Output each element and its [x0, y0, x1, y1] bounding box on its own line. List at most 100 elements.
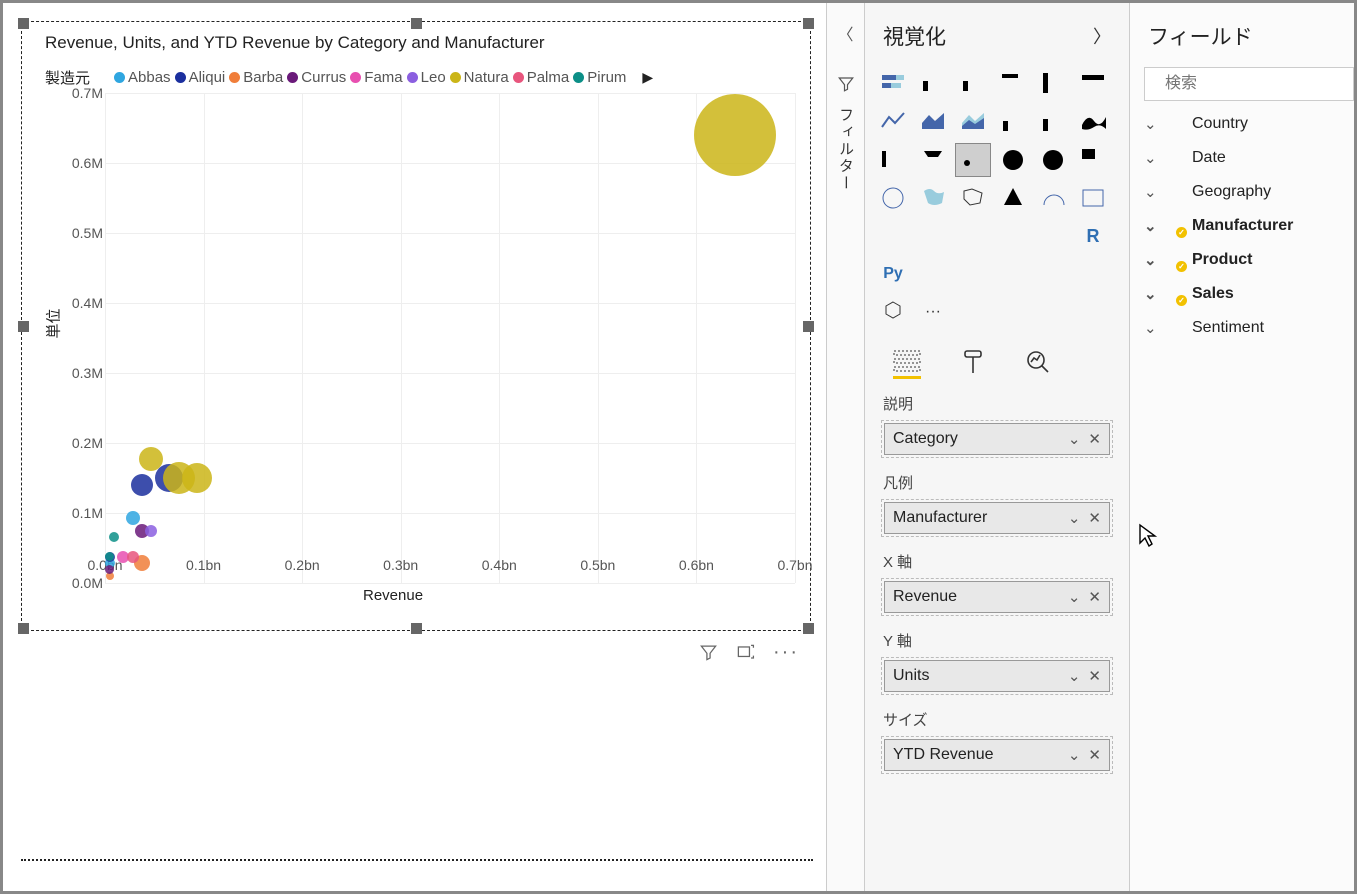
clustered-bar-icon[interactable] [995, 67, 1031, 101]
legend-item[interactable]: Aliqui [175, 69, 226, 86]
data-point[interactable] [131, 474, 153, 496]
table-icon[interactable] [995, 219, 1031, 253]
matrix-icon[interactable] [1035, 219, 1071, 253]
multi-card-icon[interactable] [875, 219, 911, 253]
card-icon[interactable]: 123 [1075, 181, 1111, 215]
data-point[interactable] [694, 94, 776, 176]
search-box[interactable] [1144, 67, 1354, 101]
chevron-left-icon[interactable]: 〈 [837, 21, 853, 45]
100stacked-column-icon[interactable] [1035, 67, 1071, 101]
analytics-tab-icon[interactable] [1025, 349, 1051, 379]
chevron-down-icon[interactable]: ⌄ [1144, 251, 1156, 269]
line-stacked-column-icon[interactable] [1035, 105, 1071, 139]
decomposition-icon[interactable] [955, 257, 991, 291]
field-table-product[interactable]: ⌄✓Product [1130, 243, 1354, 277]
legend-item[interactable]: Pirum [573, 69, 626, 86]
paginated-icon[interactable] [1075, 257, 1111, 291]
legend-item[interactable]: Currus [287, 69, 346, 86]
ribbon-icon[interactable] [1075, 105, 1111, 139]
search-input[interactable] [1163, 74, 1357, 94]
field-table-manufacturer[interactable]: ⌄✓Manufacturer [1130, 209, 1354, 243]
field-table-sales[interactable]: ⌄✓Sales [1130, 277, 1354, 311]
legend-item[interactable]: Palma [513, 69, 570, 86]
remove-icon[interactable]: ✕ [1088, 746, 1101, 764]
column-icon[interactable] [915, 67, 951, 101]
data-point[interactable] [182, 463, 212, 493]
qna-icon[interactable] [995, 257, 1031, 291]
well-detail[interactable]: Category⌄✕ [884, 423, 1110, 455]
resize-handle[interactable] [803, 623, 814, 634]
chevron-down-icon[interactable]: ⌄ [1068, 588, 1081, 606]
narrative-icon[interactable] [1035, 257, 1071, 291]
chevron-down-icon[interactable]: ⌄ [1068, 667, 1081, 685]
get-visuals-icon[interactable] [875, 295, 911, 329]
stacked-area-icon[interactable] [955, 105, 991, 139]
funnel-icon[interactable] [915, 143, 951, 177]
stacked-bar-icon[interactable] [875, 67, 911, 101]
resize-handle[interactable] [18, 321, 29, 332]
well-legend[interactable]: Manufacturer⌄✕ [884, 502, 1110, 534]
well-y-axis[interactable]: Units⌄✕ [884, 660, 1110, 692]
gauge-icon[interactable] [1035, 181, 1071, 215]
report-canvas[interactable]: Revenue, Units, and YTD Revenue by Categ… [3, 3, 826, 891]
chevron-down-icon[interactable]: ⌄ [1144, 285, 1156, 303]
data-point[interactable] [145, 525, 157, 537]
line-icon[interactable] [875, 105, 911, 139]
data-point[interactable] [139, 447, 163, 471]
well-x-axis[interactable]: Revenue⌄✕ [884, 581, 1110, 613]
chevron-right-icon[interactable]: 〉 [1093, 23, 1111, 49]
resize-handle[interactable] [803, 18, 814, 29]
scatter-icon[interactable] [955, 143, 991, 177]
remove-icon[interactable]: ✕ [1088, 509, 1101, 527]
legend-item[interactable]: Abbas [114, 69, 171, 86]
legend-more-icon[interactable]: ▶ [642, 69, 653, 86]
format-tab-icon[interactable] [961, 349, 985, 379]
line-column-icon[interactable] [995, 105, 1031, 139]
data-point[interactable] [126, 511, 140, 525]
remove-icon[interactable]: ✕ [1088, 430, 1101, 448]
data-point[interactable] [109, 532, 119, 542]
area-icon[interactable] [915, 105, 951, 139]
fields-tab-icon[interactable] [893, 349, 921, 379]
pie-icon[interactable] [995, 143, 1031, 177]
data-point[interactable] [127, 551, 139, 563]
donut-icon[interactable] [1035, 143, 1071, 177]
legend-item[interactable]: Natura [450, 69, 509, 86]
filled-map-icon[interactable] [915, 181, 951, 215]
legend-item[interactable]: Barba [229, 69, 283, 86]
shape-map-icon[interactable] [955, 181, 991, 215]
stacked-column-icon[interactable] [955, 67, 991, 101]
treemap-icon[interactable] [1075, 143, 1111, 177]
kpi-icon[interactable] [915, 219, 951, 253]
legend-item[interactable]: Fama [350, 69, 402, 86]
chevron-down-icon[interactable]: ⌄ [1144, 115, 1156, 133]
py-icon[interactable]: Py [875, 257, 911, 291]
waterfall-icon[interactable] [875, 143, 911, 177]
scatter-plot[interactable] [105, 93, 795, 583]
azure-map-icon[interactable] [995, 181, 1031, 215]
field-table-sentiment[interactable]: ⌄Sentiment [1130, 311, 1354, 345]
key-influencers-icon[interactable] [915, 257, 951, 291]
well-size[interactable]: YTD Revenue⌄✕ [884, 739, 1110, 771]
chevron-down-icon[interactable]: ⌄ [1068, 746, 1081, 764]
resize-handle[interactable] [411, 18, 422, 29]
filter-icon[interactable] [699, 643, 718, 662]
filters-pane-collapsed[interactable]: 〈 フィルター [826, 3, 864, 891]
resize-handle[interactable] [18, 18, 29, 29]
chevron-down-icon[interactable]: ⌄ [1068, 430, 1081, 448]
remove-icon[interactable]: ✕ [1088, 588, 1101, 606]
more-icon[interactable]: ··· [915, 295, 951, 329]
more-options-icon[interactable]: ··· [773, 641, 799, 664]
resize-handle[interactable] [411, 623, 422, 634]
focus-mode-icon[interactable] [736, 643, 755, 662]
map-icon[interactable] [875, 181, 911, 215]
r-icon[interactable]: R [1075, 219, 1111, 253]
chevron-down-icon[interactable]: ⌄ [1144, 183, 1156, 201]
100stacked-bar-icon[interactable] [1075, 67, 1111, 101]
chevron-down-icon[interactable]: ⌄ [1068, 509, 1081, 527]
chevron-down-icon[interactable]: ⌄ [1144, 217, 1156, 235]
field-table-geography[interactable]: ⌄Geography [1130, 175, 1354, 209]
legend-item[interactable]: Leo [407, 69, 446, 86]
chevron-down-icon[interactable]: ⌄ [1144, 149, 1156, 167]
field-table-country[interactable]: ⌄Country [1130, 107, 1354, 141]
